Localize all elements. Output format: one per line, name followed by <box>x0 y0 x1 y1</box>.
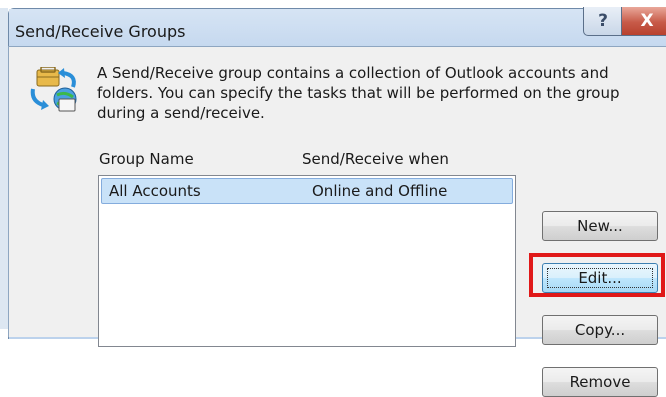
dialog-title: Send/Receive Groups <box>15 22 186 41</box>
remove-button[interactable]: Remove <box>542 367 658 397</box>
send-receive-groups-icon <box>30 67 77 112</box>
close-button[interactable]: X <box>621 7 666 36</box>
new-button[interactable]: New... <box>542 211 658 241</box>
dialog-client-area: A Send/Receive group contains a collecti… <box>8 46 666 397</box>
groups-list[interactable]: All Accounts Online and Offline <box>98 175 516 347</box>
column-header-send-receive-when: Send/Receive when <box>302 150 449 168</box>
help-button[interactable]: ? <box>583 7 623 36</box>
list-item[interactable]: All Accounts Online and Offline <box>101 178 513 204</box>
send-receive-when-cell: Online and Offline <box>312 182 448 200</box>
help-icon: ? <box>598 11 608 31</box>
top-border <box>0 0 666 8</box>
background-edge <box>0 8 8 329</box>
close-icon: X <box>640 11 654 31</box>
copy-button[interactable]: Copy... <box>542 315 658 345</box>
edit-button-highlight <box>529 253 665 297</box>
group-name-cell: All Accounts <box>109 182 201 200</box>
description-text: A Send/Receive group contains a collecti… <box>97 64 620 122</box>
column-header-group-name: Group Name <box>99 150 194 168</box>
